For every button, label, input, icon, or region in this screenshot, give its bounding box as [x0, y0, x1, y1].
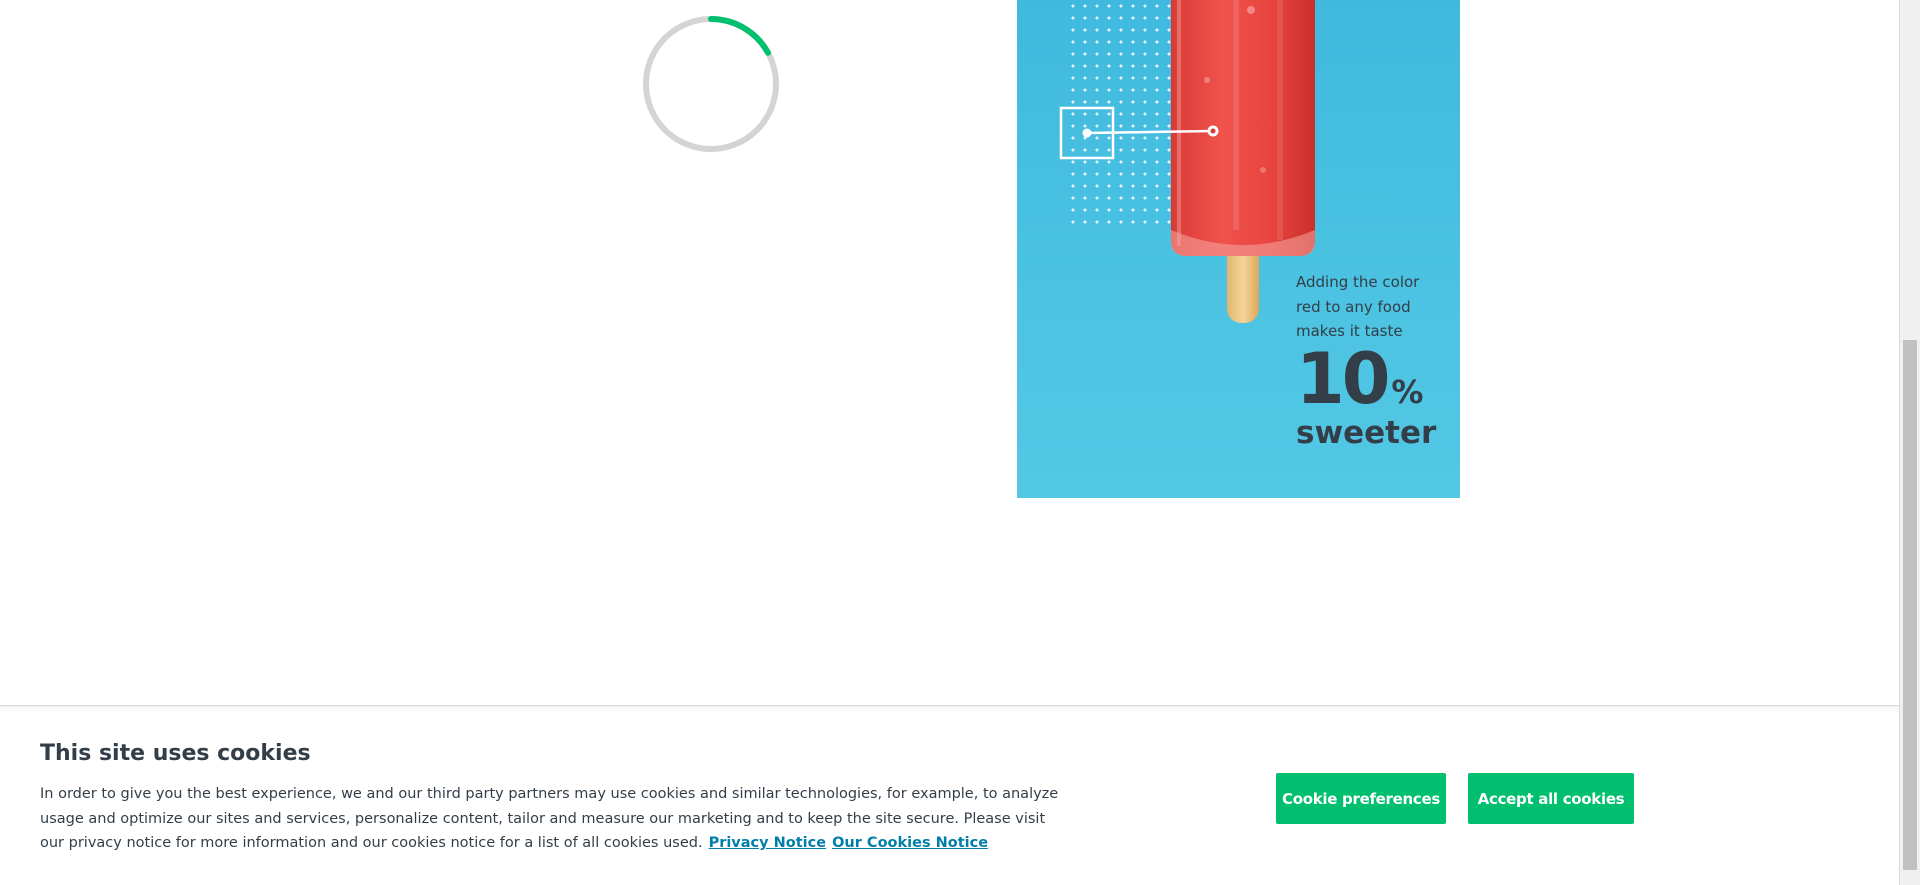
- cookie-preferences-button[interactable]: Cookie preferences: [1276, 773, 1446, 824]
- promo-image-card: Adding the color red to any food makes i…: [1017, 0, 1460, 498]
- cookies-notice-link[interactable]: Our Cookies Notice: [832, 835, 988, 851]
- promo-number: 10: [1296, 337, 1390, 420]
- cookie-banner: This site uses cookies In order to give …: [0, 713, 1899, 885]
- promo-stat: 10 %: [1296, 344, 1446, 414]
- privacy-notice-link[interactable]: Privacy Notice: [709, 835, 827, 851]
- cookie-banner-text: In order to give you the best experience…: [40, 782, 1070, 856]
- promo-percent: %: [1391, 372, 1424, 411]
- cookie-banner-title: This site uses cookies: [40, 741, 311, 766]
- accept-all-cookies-button[interactable]: Accept all cookies: [1468, 773, 1634, 824]
- scrollbar-thumb[interactable]: [1903, 340, 1917, 870]
- promo-word: sweeter: [1296, 414, 1437, 451]
- loading-spinner: [643, 16, 779, 152]
- page: Adding the color red to any food makes i…: [0, 0, 1920, 885]
- vertical-scrollbar[interactable]: [1899, 0, 1920, 885]
- promo-caption: Adding the color red to any food makes i…: [1296, 270, 1446, 450]
- promo-lead-line-1: Adding the color: [1296, 273, 1420, 291]
- promo-lead-text: Adding the color red to any food makes i…: [1296, 270, 1446, 344]
- promo-lead-line-2: red to any food: [1296, 297, 1411, 316]
